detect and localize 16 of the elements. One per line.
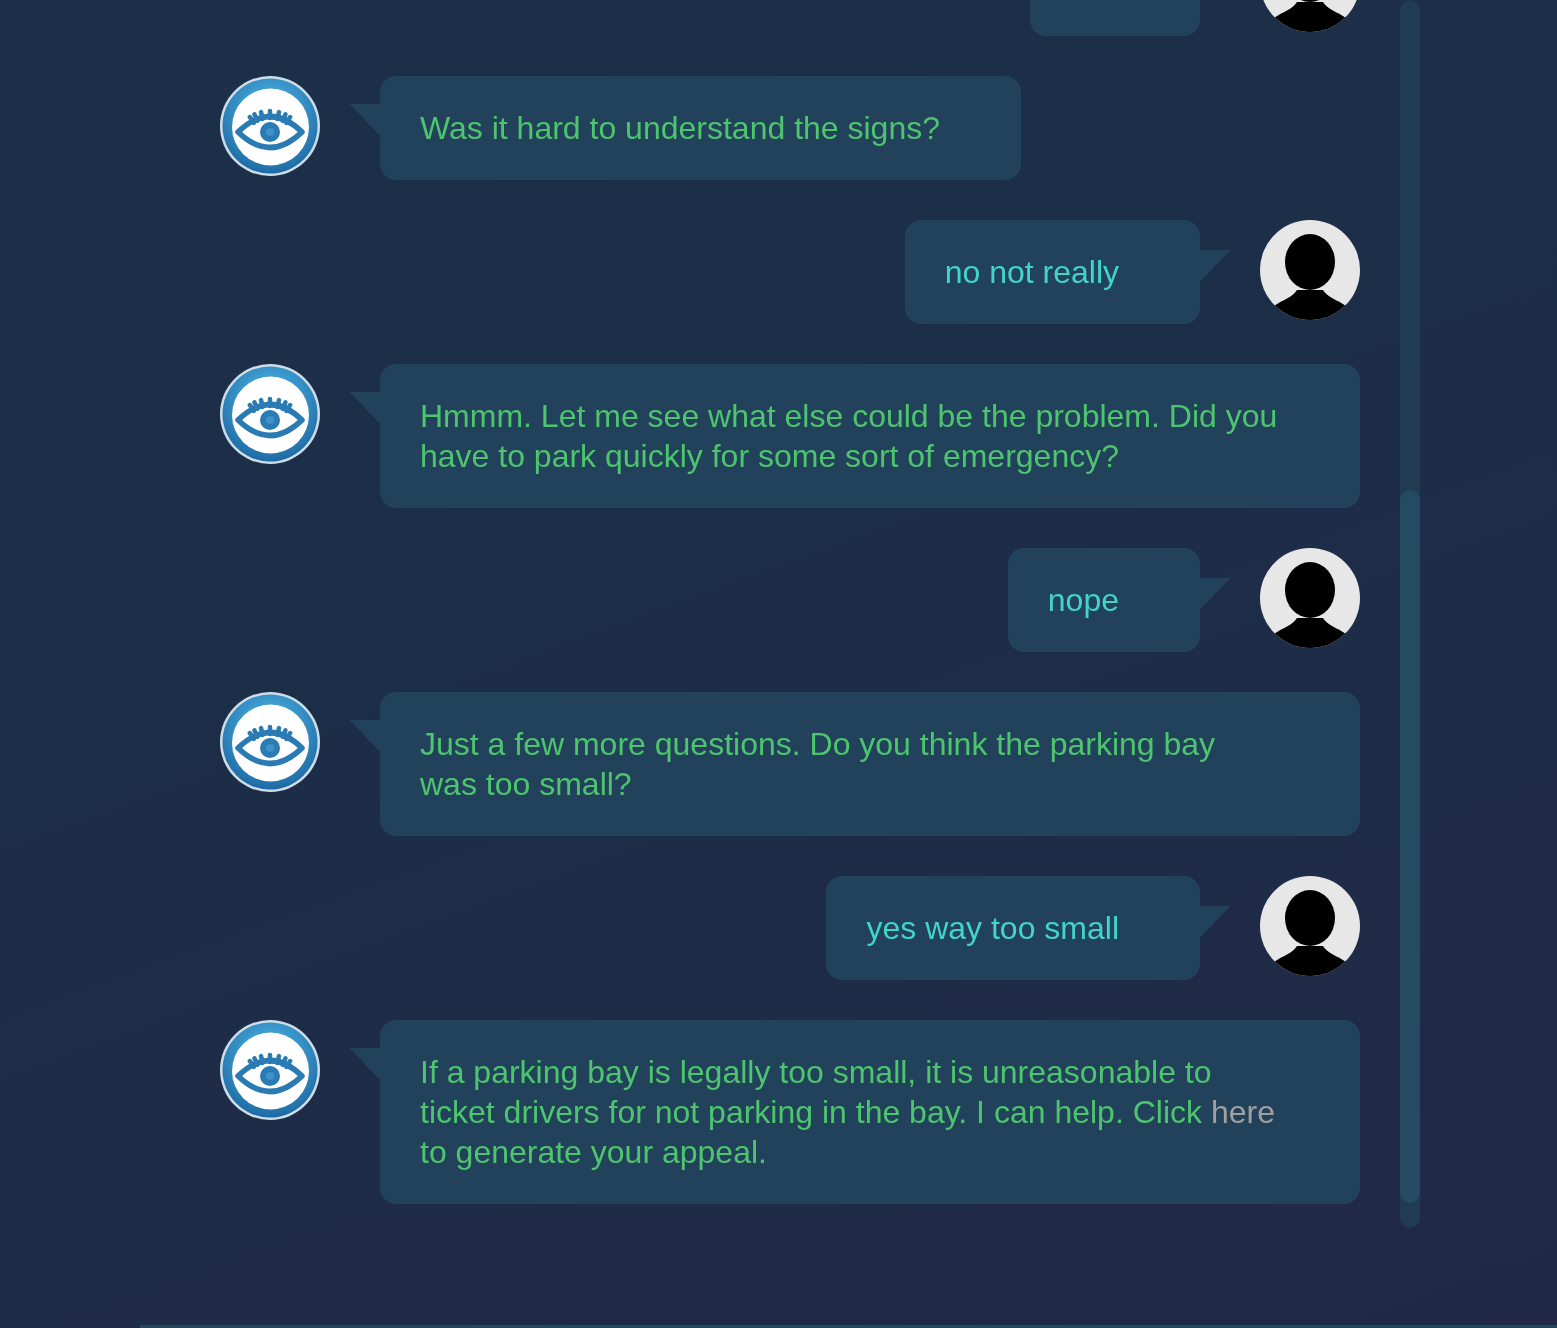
eye-icon (220, 364, 320, 464)
message-text: yes way too small (866, 909, 1119, 948)
text-link[interactable]: here (1210, 1094, 1275, 1130)
scrollbar-thumb[interactable] (1400, 490, 1420, 1203)
eye-icon (220, 692, 320, 792)
eye-icon (220, 1020, 320, 1120)
person-avatar-icon (1260, 220, 1360, 320)
message-text: If a parking bay is legally too small, it is unreasonable to ticket drivers for not parking in the bay. I can help. Click here to generate your appeal. (420, 1053, 1276, 1172)
message-text: Was it hard to understand the signs? (420, 109, 940, 148)
person-avatar-icon (1260, 548, 1360, 648)
eye-icon (220, 76, 320, 176)
message-text: Just a few more questions. Do you think the parking bay was too small? (420, 725, 1217, 804)
message-text: no not really (944, 253, 1119, 292)
person-avatar-icon (1260, 876, 1360, 976)
message-text: Hmmm. Let me see what else could be the problem. Did you have to park quickly for some sort of emergency? (420, 397, 1279, 476)
message-text: nope (1047, 581, 1119, 620)
